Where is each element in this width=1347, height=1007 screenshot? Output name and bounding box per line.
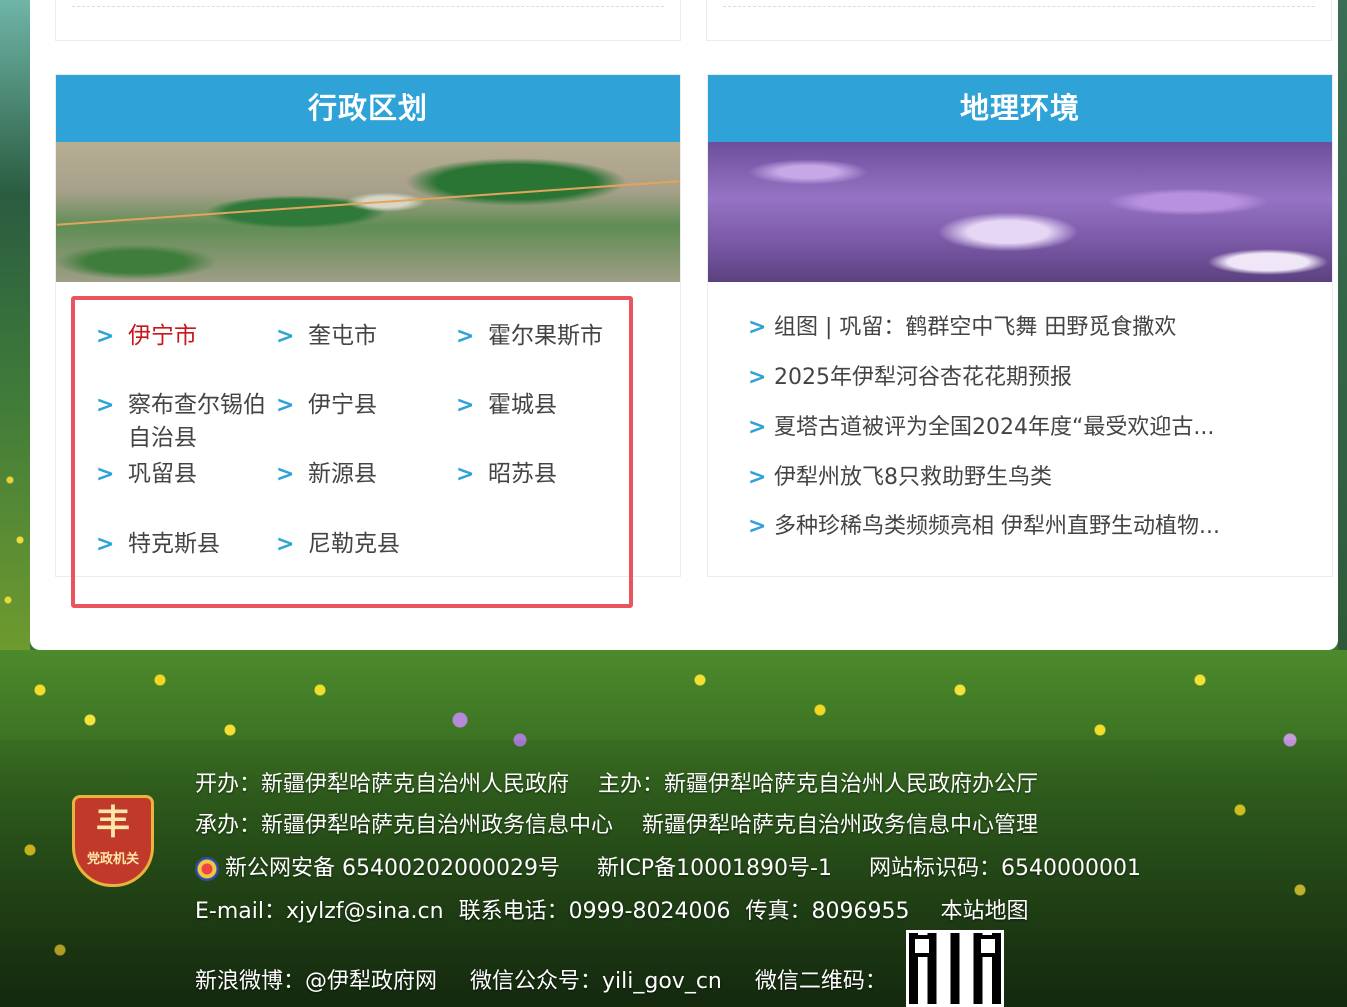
region-item-huocheng-county[interactable]: > 霍城县 bbox=[456, 389, 626, 422]
footer-site-id: 网站标识码：6540000001 bbox=[868, 856, 1141, 881]
footer-line-4: E-mail：xjylzf@sina.cn 联系电话：0999-8024006 … bbox=[195, 893, 1051, 925]
apricot-blossom-image[interactable] bbox=[708, 142, 1332, 282]
footer-fax: 传真：8096955 bbox=[745, 899, 910, 924]
region-item-xinyuan-county[interactable]: > 新源县 bbox=[276, 458, 446, 491]
chevron-right-icon: > bbox=[276, 324, 295, 349]
footer-sponsor: 主办：新疆伊犁哈萨克自治州人民政府办公厅 bbox=[598, 772, 1039, 797]
news-item[interactable]: > 2025年伊犁河谷杏花花期预报 bbox=[748, 361, 1308, 395]
wechat-qr-code[interactable] bbox=[906, 930, 1004, 1007]
chevron-right-icon: > bbox=[748, 465, 767, 490]
party-government-emblem[interactable]: 丰 党政机关 bbox=[72, 795, 154, 887]
footer-undertaker: 承办：新疆伊犁哈萨克自治州政务信息中心 bbox=[195, 813, 614, 838]
chevron-right-icon: > bbox=[96, 324, 115, 349]
news-item[interactable]: > 伊犁州放飞8只救助野生鸟类 bbox=[748, 461, 1308, 495]
sitemap-link[interactable]: 本站地图 bbox=[940, 899, 1028, 924]
chevron-right-icon: > bbox=[456, 393, 475, 418]
chevron-right-icon: > bbox=[96, 462, 115, 487]
region-item-horgos-city[interactable]: > 霍尔果斯市 bbox=[456, 320, 646, 353]
chevron-right-icon: > bbox=[748, 365, 767, 390]
top-box-left bbox=[55, 0, 681, 41]
region-item-kuitun-city[interactable]: > 奎屯市 bbox=[276, 320, 446, 353]
region-item-nilka-county[interactable]: > 尼勒克县 bbox=[276, 528, 446, 561]
icp-record-link[interactable]: 新ICP备10001890号-1 bbox=[597, 856, 832, 881]
news-item[interactable]: > 组图 | 巩留：鹤群空中飞舞 田野觅食撒欢 bbox=[748, 311, 1308, 345]
footer-organizer: 开办：新疆伊犁哈萨克自治州人民政府 bbox=[195, 772, 570, 797]
police-badge-icon bbox=[195, 857, 219, 881]
admin-divisions-panel: 行政区划 > 伊宁市 > 奎屯市 > 霍尔果斯市 > 察布查尔锡伯自治县 > 伊… bbox=[55, 74, 681, 577]
admin-divisions-title[interactable]: 行政区划 bbox=[56, 75, 680, 142]
top-box-right bbox=[706, 0, 1332, 41]
region-item-qapqal-county[interactable]: > 察布查尔锡伯自治县 bbox=[96, 389, 274, 455]
footer: 丰 党政机关 开办：新疆伊犁哈萨克自治州人民政府 主办：新疆伊犁哈萨克自治州人民… bbox=[0, 650, 1347, 1007]
footer-line-2: 承办：新疆伊犁哈萨克自治州政务信息中心 新疆伊犁哈萨克自治州政务信息中心管理 bbox=[195, 807, 1060, 839]
left-background-strip bbox=[0, 0, 30, 650]
chevron-right-icon: > bbox=[748, 315, 767, 340]
news-item[interactable]: > 夏塔古道被评为全国2024年度“最受欢迎古... bbox=[748, 411, 1308, 445]
chevron-right-icon: > bbox=[276, 532, 295, 557]
news-item[interactable]: > 多种珍稀鸟类频频亮相 伊犁州直野生动植物... bbox=[748, 510, 1308, 544]
chevron-right-icon: > bbox=[276, 393, 295, 418]
region-item-zhaosu-county[interactable]: > 昭苏县 bbox=[456, 458, 626, 491]
weibo-link[interactable]: 新浪微博：@伊犁政府网 bbox=[195, 969, 437, 994]
geography-panel: 地理环境 > 组图 | 巩留：鹤群空中飞舞 田野觅食撒欢 > 2025年伊犁河谷… bbox=[707, 74, 1333, 577]
wechat-qr-label: 微信二维码： bbox=[754, 969, 887, 994]
footer-line-5: 新浪微博：@伊犁政府网 微信公众号：yili_gov_cn 微信二维码： bbox=[195, 963, 909, 995]
emblem-icon: 丰 bbox=[96, 803, 130, 843]
region-map-image[interactable] bbox=[56, 142, 680, 282]
content-card: 行政区划 > 伊宁市 > 奎屯市 > 霍尔果斯市 > 察布查尔锡伯自治县 > 伊… bbox=[30, 0, 1338, 650]
region-item-yining-city[interactable]: > 伊宁市 bbox=[96, 320, 266, 353]
chevron-right-icon: > bbox=[456, 462, 475, 487]
wechat-account: 微信公众号：yili_gov_cn bbox=[470, 969, 722, 994]
region-item-yining-county[interactable]: > 伊宁县 bbox=[276, 389, 446, 422]
chevron-right-icon: > bbox=[748, 514, 767, 539]
footer-manager: 新疆伊犁哈萨克自治州政务信息中心管理 bbox=[642, 813, 1039, 838]
geography-title[interactable]: 地理环境 bbox=[708, 75, 1332, 142]
chevron-right-icon: > bbox=[456, 324, 475, 349]
region-item-tekes-county[interactable]: > 特克斯县 bbox=[96, 528, 266, 561]
chevron-right-icon: > bbox=[96, 393, 115, 418]
footer-line-1: 开办：新疆伊犁哈萨克自治州人民政府 主办：新疆伊犁哈萨克自治州人民政府办公厅 bbox=[195, 766, 1060, 798]
footer-line-3: 新公网安备 65400202000029号 新ICP备10001890号-1 网… bbox=[195, 850, 1163, 882]
chevron-right-icon: > bbox=[748, 415, 767, 440]
police-record-link[interactable]: 新公网安备 65400202000029号 bbox=[195, 856, 567, 881]
chevron-right-icon: > bbox=[96, 532, 115, 557]
chevron-right-icon: > bbox=[276, 462, 295, 487]
footer-phone: 联系电话：0999-8024006 bbox=[458, 899, 731, 924]
region-item-gongliu-county[interactable]: > 巩留县 bbox=[96, 458, 266, 491]
footer-email[interactable]: E-mail：xjylzf@sina.cn bbox=[195, 899, 444, 924]
right-background-strip bbox=[1338, 0, 1347, 650]
